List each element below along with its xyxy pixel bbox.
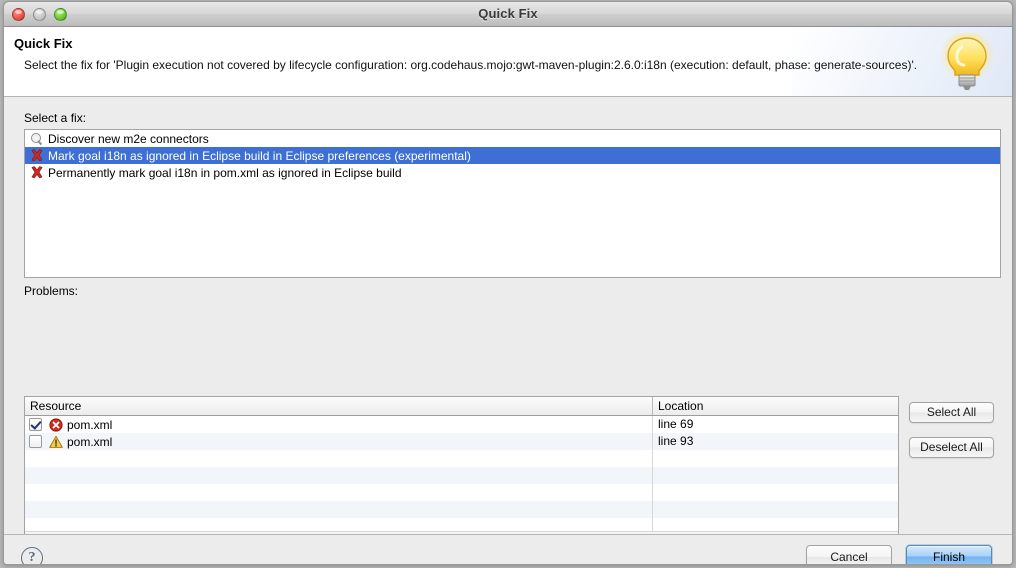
list-item[interactable]: Permanently mark goal i18n in pom.xml as… <box>25 164 1000 181</box>
help-icon[interactable]: ? <box>21 547 43 564</box>
lightbulb-icon <box>940 33 994 90</box>
search-icon <box>29 131 45 146</box>
dialog-header: Quick Fix Select the fix for 'Plugin exe… <box>4 27 1012 97</box>
row-checkbox[interactable] <box>29 435 42 448</box>
select-all-button[interactable]: Select All <box>909 402 994 423</box>
fix-item-label: Discover new m2e connectors <box>48 131 209 146</box>
page-title: Quick Fix <box>14 36 73 51</box>
window-titlebar[interactable]: Quick Fix <box>4 2 1012 27</box>
row-checkbox[interactable] <box>29 418 42 431</box>
list-item[interactable]: Discover new m2e connectors <box>25 130 1000 147</box>
dialog-footer: ? Cancel Finish <box>4 534 1012 564</box>
quick-fix-dialog: Quick Fix Quick Fix Select the fix for '… <box>3 1 1013 565</box>
deselect-all-button[interactable]: Deselect All <box>909 437 994 458</box>
warning-icon <box>48 435 64 449</box>
page-description: Select the fix for 'Plugin execution not… <box>24 58 918 72</box>
problems-table: Resource Location pom.xml line 69 pom.xm… <box>24 396 899 548</box>
table-row-empty <box>25 501 898 518</box>
error-icon <box>48 417 64 432</box>
table-body: pom.xml line 69 pom.xml line 93 <box>25 416 898 547</box>
table-row[interactable]: pom.xml line 93 <box>25 433 898 450</box>
problems-label: Problems: <box>24 284 79 298</box>
column-header-location[interactable]: Location <box>653 397 898 415</box>
select-a-fix-label: Select a fix: <box>24 111 87 125</box>
location-cell: line 93 <box>658 434 694 448</box>
list-item[interactable]: Mark goal i18n as ignored in Eclipse bui… <box>25 147 1000 164</box>
resource-name: pom.xml <box>67 434 113 449</box>
column-header-resource[interactable]: Resource <box>25 397 653 415</box>
table-row-empty <box>25 450 898 467</box>
cancel-button[interactable]: Cancel <box>806 545 892 564</box>
fix-list[interactable]: Discover new m2e connectors Mark goal i1… <box>24 129 1001 278</box>
resource-cell: pom.xml <box>25 433 653 450</box>
error-x-icon <box>29 148 45 163</box>
table-header: Resource Location <box>25 397 898 416</box>
table-row-empty <box>25 484 898 501</box>
resource-cell: pom.xml <box>25 416 653 433</box>
error-x-icon <box>29 165 45 180</box>
location-cell: line 69 <box>658 417 694 431</box>
table-row-empty <box>25 467 898 484</box>
fix-item-label: Permanently mark goal i18n in pom.xml as… <box>48 165 402 180</box>
resource-name: pom.xml <box>67 417 113 432</box>
window-title: Quick Fix <box>478 6 538 21</box>
table-row[interactable]: pom.xml line 69 <box>25 416 898 433</box>
finish-button[interactable]: Finish <box>906 545 992 564</box>
fix-item-label: Mark goal i18n as ignored in Eclipse bui… <box>48 148 471 163</box>
dialog-body: Select a fix: Discover new m2e connector… <box>4 97 1012 548</box>
